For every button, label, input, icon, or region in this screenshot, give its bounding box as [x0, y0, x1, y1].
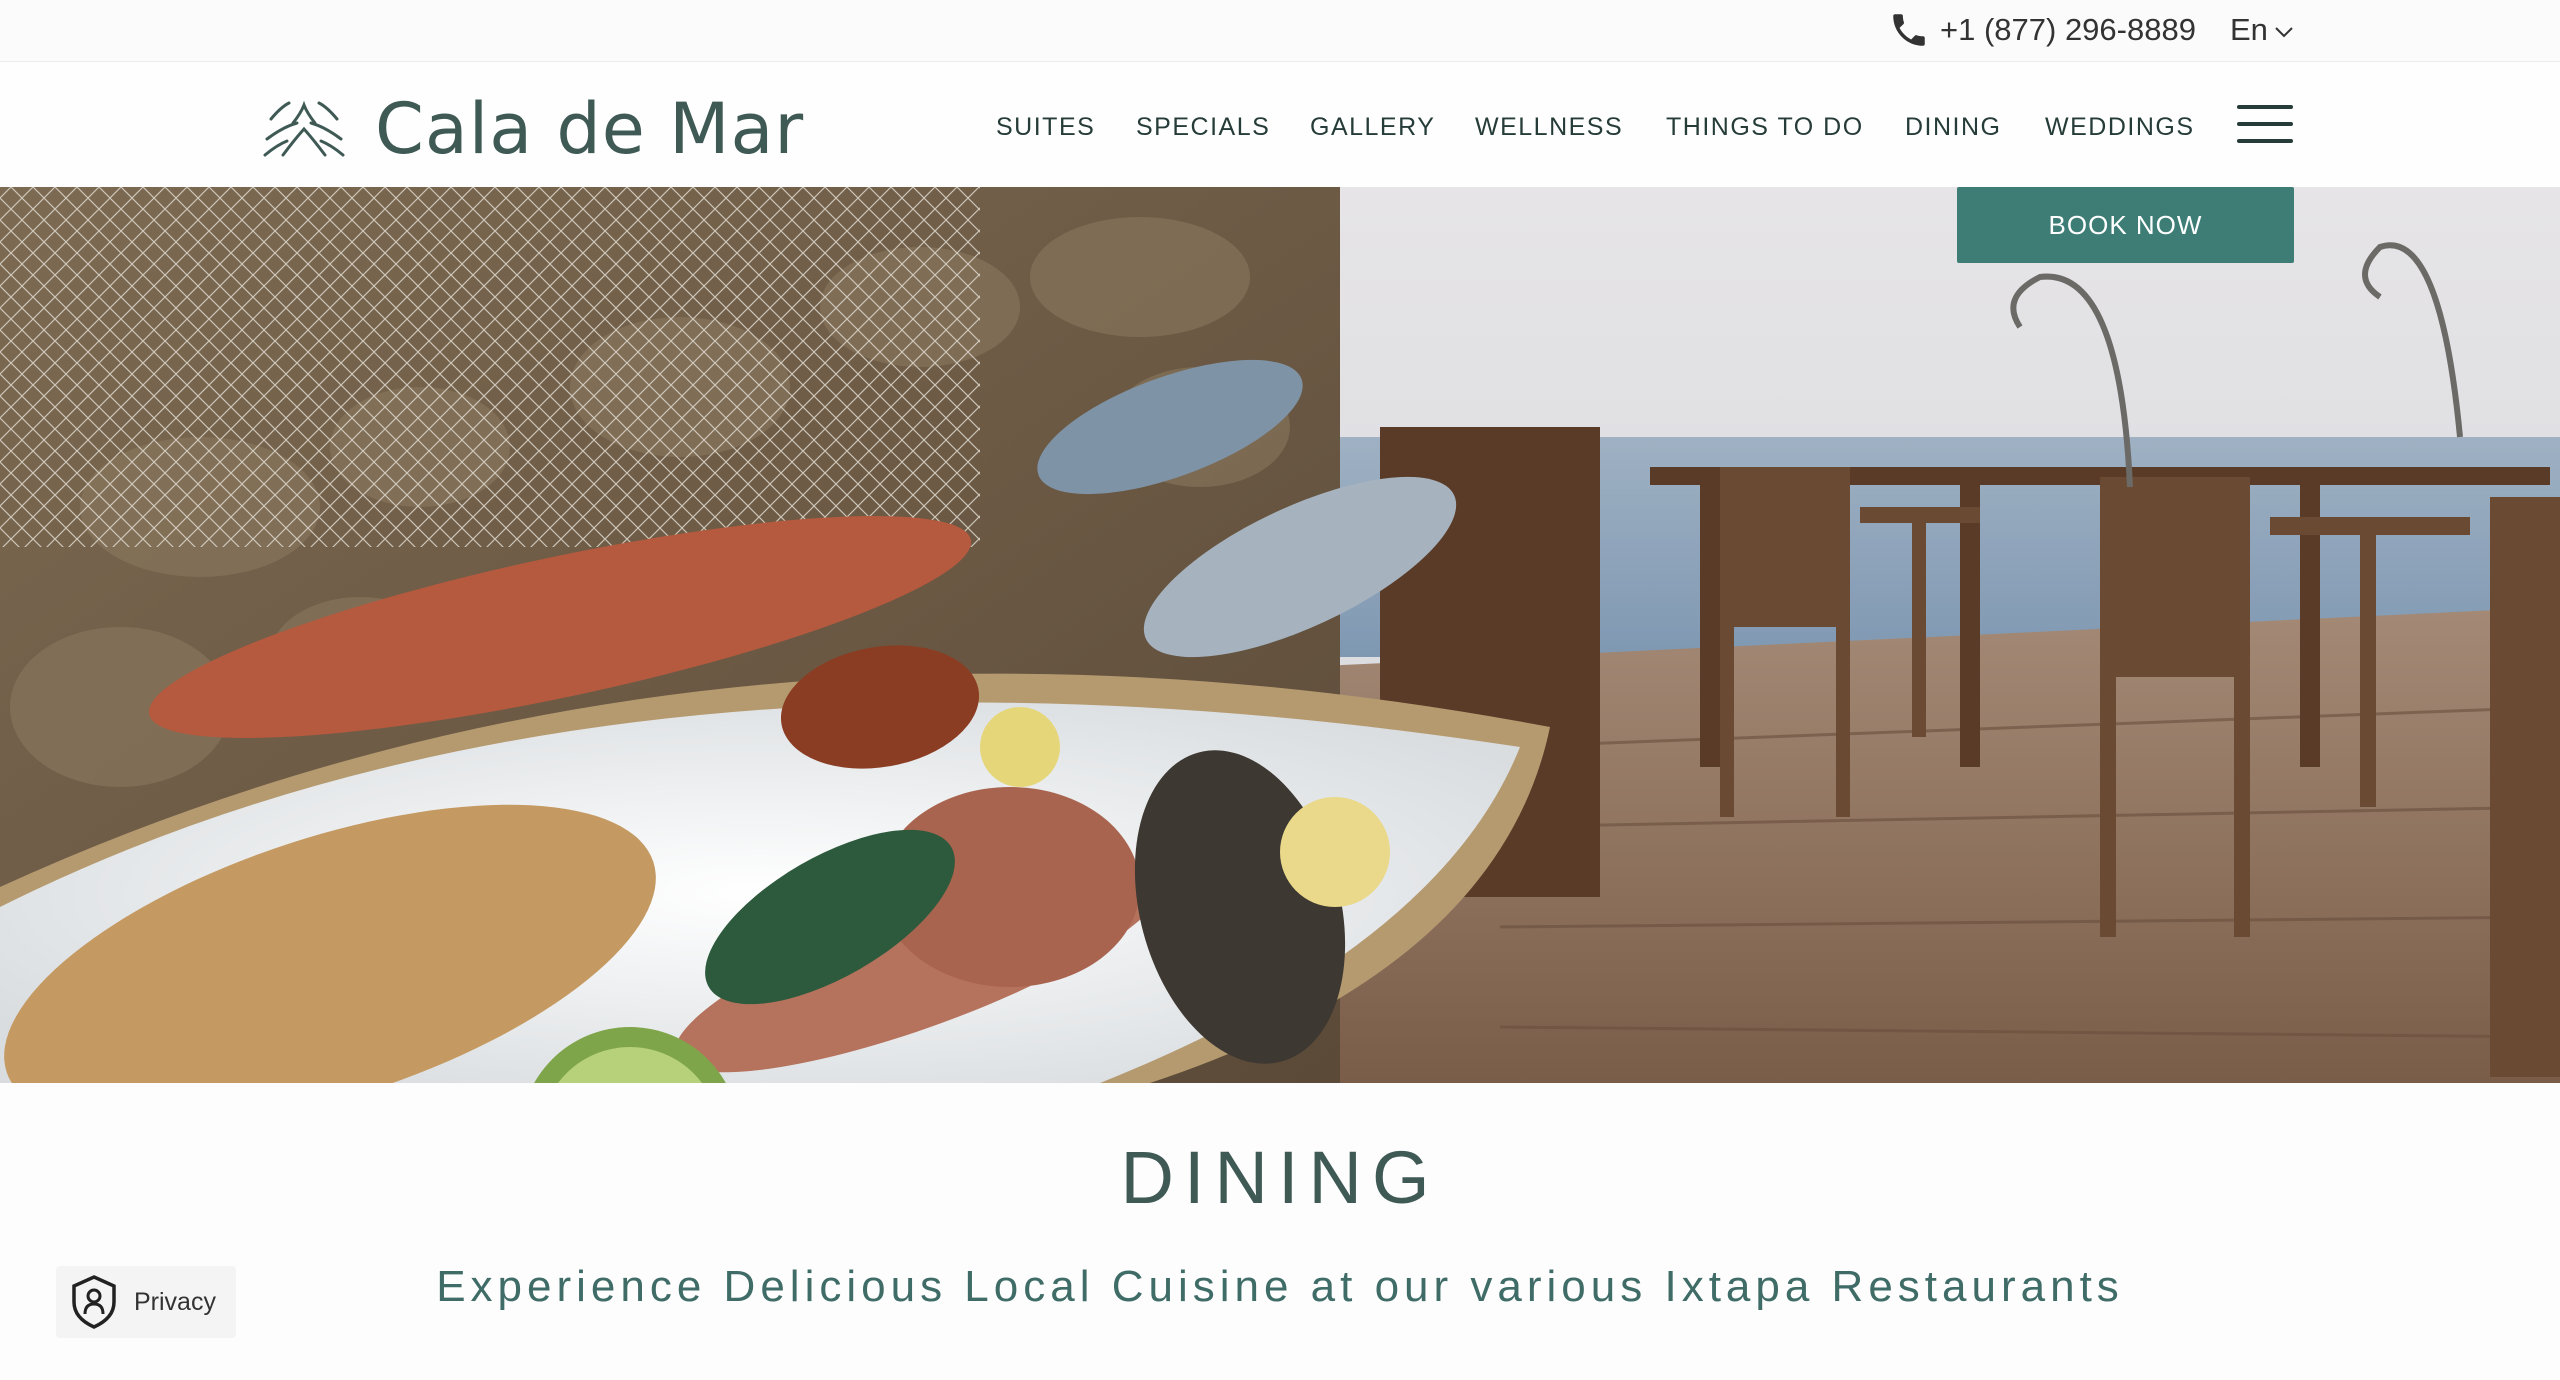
phone-link[interactable]: +1 (877) 296-8889	[1888, 10, 2196, 50]
privacy-label: Privacy	[134, 1287, 216, 1316]
page-subtitle: Experience Delicious Local Cuisine at ou…	[436, 1262, 2124, 1311]
page-title: DINING	[1120, 1136, 1440, 1219]
nav-gallery[interactable]: GALLERY	[1310, 107, 1435, 147]
chevron-down-icon	[2275, 27, 2293, 38]
site-logo[interactable]: Cala de Mar	[263, 88, 805, 170]
hamburger-menu-icon[interactable]	[2237, 103, 2293, 145]
logo-mark-icon	[263, 100, 345, 157]
phone-icon	[1893, 14, 1925, 46]
utility-bar: +1 (877) 296-8889 En	[0, 0, 2560, 62]
site-header: Cala de Mar SUITES SPECIALS GALLERY WELL…	[0, 63, 2560, 187]
privacy-button[interactable]: Privacy	[56, 1266, 236, 1338]
hero-image	[0, 187, 2560, 1083]
nav-weddings[interactable]: WEDDINGS	[2045, 107, 2195, 147]
phone-number: +1 (877) 296-8889	[1940, 12, 2196, 47]
language-selector[interactable]: En	[2230, 10, 2294, 50]
logo-text: Cala de Mar	[375, 88, 805, 170]
privacy-shield-icon	[72, 1275, 116, 1329]
nav-things-to-do[interactable]: THINGS TO DO	[1666, 107, 1864, 147]
nav-wellness[interactable]: WELLNESS	[1475, 107, 1623, 147]
nav-suites[interactable]: SUITES	[996, 107, 1095, 147]
language-label: En	[2230, 12, 2268, 47]
nav-specials[interactable]: SPECIALS	[1136, 107, 1270, 147]
book-now-button[interactable]: BOOK NOW	[1957, 187, 2294, 263]
nav-dining[interactable]: DINING	[1905, 107, 2002, 147]
